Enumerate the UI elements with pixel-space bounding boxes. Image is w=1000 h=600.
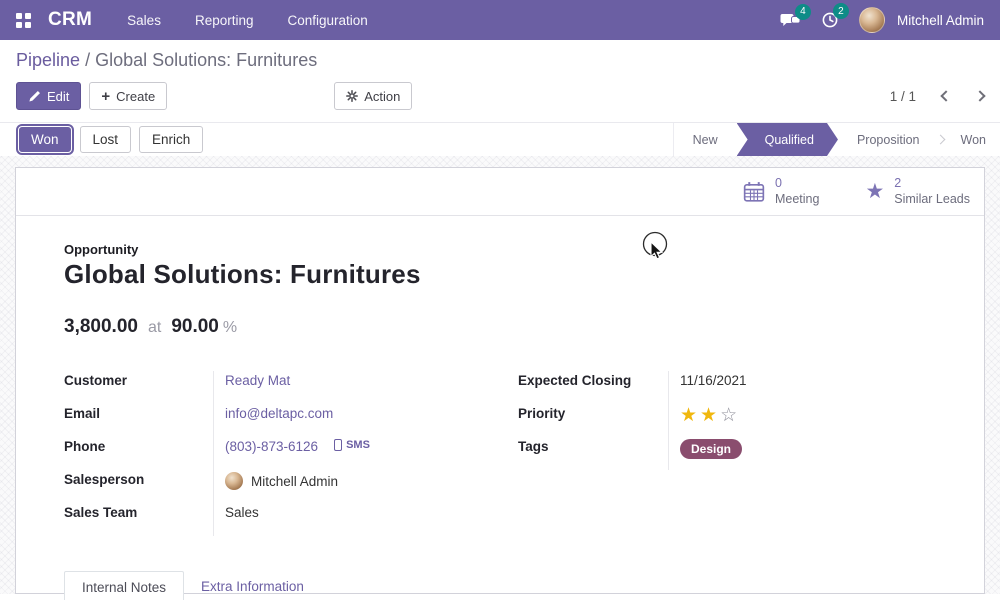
notebook-tabs: Internal Notes Extra Information (16, 571, 984, 600)
field-row-tags: Tags Design (518, 437, 936, 470)
salesperson-value[interactable]: Mitchell Admin (251, 474, 338, 489)
opportunity-title: Global Solutions: Furnitures (64, 259, 936, 290)
calendar-icon (743, 181, 765, 203)
top-navbar: CRM Sales Reporting Configuration 4 2 Mi… (0, 0, 1000, 40)
nav-menu-sales[interactable]: Sales (127, 13, 161, 28)
opportunity-card: 0 Meeting ★ 2 Similar Leads Opportunity … (15, 167, 985, 594)
priority-stars[interactable]: ★★☆ (680, 405, 740, 426)
customer-label: Customer (64, 371, 213, 404)
mobile-phone-icon (334, 439, 342, 451)
sales-team-label: Sales Team (64, 503, 213, 536)
stage-new[interactable]: New (674, 123, 737, 156)
nav-menu-configuration[interactable]: Configuration (288, 13, 368, 28)
activities-badge: 2 (833, 3, 849, 19)
form-sheet: Opportunity Global Solutions: Furnitures… (16, 216, 984, 600)
percent-sign: % (223, 319, 237, 337)
customer-value-link[interactable]: Ready Mat (225, 373, 290, 388)
pager-next-icon[interactable] (974, 90, 985, 101)
similar-leads-stat-button[interactable]: ★ 2 Similar Leads (865, 176, 970, 207)
mark-won-button[interactable]: Won (18, 126, 72, 153)
control-panel: Pipeline / Global Solutions: Furnitures … (0, 40, 1000, 122)
action-button[interactable]: Action (334, 82, 412, 110)
breadcrumb: Pipeline / Global Solutions: Furnitures (16, 50, 984, 71)
meeting-stat-button[interactable]: 0 Meeting (743, 176, 819, 207)
expected-closing-value[interactable]: 11/16/2021 (680, 373, 747, 388)
stat-button-bar: 0 Meeting ★ 2 Similar Leads (16, 168, 984, 216)
pager-previous-icon[interactable] (940, 90, 951, 101)
stage-won[interactable]: Won (942, 123, 1000, 156)
breadcrumb-pipeline-link[interactable]: Pipeline (16, 50, 80, 70)
user-avatar[interactable] (859, 7, 885, 33)
at-label: at (148, 319, 161, 337)
phone-label: Phone (64, 437, 213, 470)
field-row-phone: Phone (803)-873-6126 SMS (64, 437, 518, 470)
app-brand[interactable]: CRM (48, 9, 92, 31)
tag-design: Design (680, 439, 742, 459)
probability-value: 90.00 (171, 316, 219, 338)
tags-label: Tags (518, 437, 668, 470)
messages-badge: 4 (795, 4, 811, 20)
meeting-count: 0 (775, 176, 819, 192)
form-background: 0 Meeting ★ 2 Similar Leads Opportunity … (0, 156, 1000, 594)
sales-team-value[interactable]: Sales (225, 505, 259, 520)
record-type-label: Opportunity (64, 242, 936, 257)
similar-leads-count: 2 (894, 176, 970, 192)
email-value-link[interactable]: info@deltapc.com (225, 406, 333, 421)
create-button[interactable]: + Create (89, 82, 167, 110)
plus-icon: + (101, 89, 110, 104)
apps-grid-icon[interactable] (16, 13, 31, 28)
meeting-label: Meeting (775, 192, 819, 208)
enrich-button[interactable]: Enrich (139, 126, 203, 153)
email-label: Email (64, 404, 213, 437)
pencil-icon (28, 90, 41, 103)
field-row-sales-team: Sales Team Sales (64, 503, 518, 536)
field-row-customer: Customer Ready Mat (64, 371, 518, 404)
expected-closing-label: Expected Closing (518, 371, 668, 404)
star-icon: ★ (865, 181, 884, 202)
salesperson-avatar (225, 472, 243, 490)
star-filled-icon: ★★ (680, 405, 720, 426)
breadcrumb-separator: / (85, 50, 90, 70)
priority-label: Priority (518, 404, 668, 437)
star-empty-icon: ☆ (720, 405, 740, 426)
field-row-expected-closing: Expected Closing 11/16/2021 (518, 371, 936, 404)
stage-proposition[interactable]: Proposition (838, 123, 939, 156)
field-row-email: Email info@deltapc.com (64, 404, 518, 437)
statusbar: Won Lost Enrich New Qualified Propositio… (0, 122, 1000, 156)
messages-button[interactable]: 4 (780, 12, 801, 29)
breadcrumb-current: Global Solutions: Furnitures (95, 50, 317, 70)
stage-qualified[interactable]: Qualified (737, 123, 838, 156)
tab-internal-notes[interactable]: Internal Notes (64, 571, 184, 600)
pager-counter: 1 / 1 (890, 89, 916, 104)
tab-extra-information[interactable]: Extra Information (184, 571, 321, 600)
sms-button[interactable]: SMS (334, 439, 370, 451)
user-name[interactable]: Mitchell Admin (897, 13, 984, 28)
nav-menu: Sales Reporting Configuration (127, 13, 368, 28)
activities-button[interactable]: 2 (821, 11, 839, 29)
field-groups: Customer Ready Mat Email info@deltapc.co… (64, 371, 936, 536)
revenue-row: 3,800.00 at 90.00 % (64, 316, 936, 338)
mark-lost-button[interactable]: Lost (80, 126, 132, 153)
field-row-salesperson: Salesperson Mitchell Admin (64, 470, 518, 503)
phone-value-link[interactable]: (803)-873-6126 (225, 439, 318, 454)
salesperson-label: Salesperson (64, 470, 213, 503)
field-row-priority: Priority ★★☆ (518, 404, 936, 437)
gear-icon (346, 90, 358, 102)
nav-menu-reporting[interactable]: Reporting (195, 13, 254, 28)
expected-revenue: 3,800.00 (64, 316, 138, 338)
stage-bar: New Qualified Proposition Won (673, 123, 1000, 156)
similar-leads-label: Similar Leads (894, 192, 970, 208)
edit-button[interactable]: Edit (16, 82, 81, 110)
